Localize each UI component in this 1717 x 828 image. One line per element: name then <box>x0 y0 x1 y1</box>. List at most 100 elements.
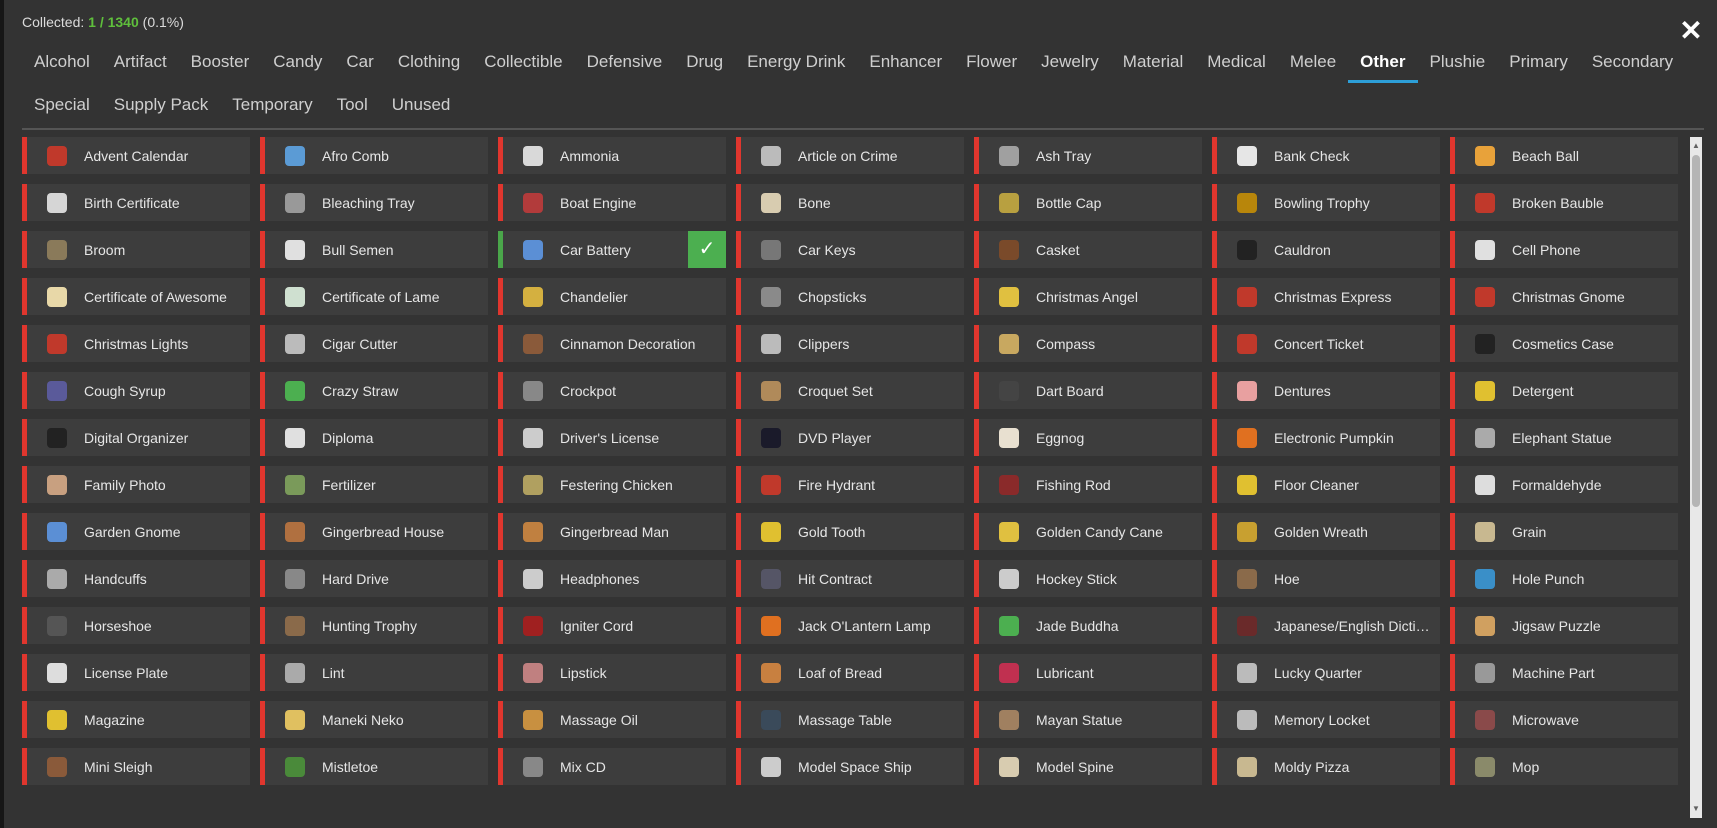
item-card[interactable]: Maneki Neko <box>260 701 488 738</box>
item-card[interactable]: Certificate of Lame <box>260 278 488 315</box>
item-card[interactable]: Hockey Stick <box>974 560 1202 597</box>
item-card[interactable]: Digital Organizer <box>22 419 250 456</box>
item-card[interactable]: Advent Calendar <box>22 137 250 174</box>
item-card[interactable]: Concert Ticket <box>1212 325 1440 362</box>
item-card[interactable]: Compass <box>974 325 1202 362</box>
tab-tool[interactable]: Tool <box>325 83 380 126</box>
item-card[interactable]: Article on Crime <box>736 137 964 174</box>
item-card[interactable]: Mix CD <box>498 748 726 785</box>
item-card[interactable]: Beach Ball <box>1450 137 1678 174</box>
item-card[interactable]: Microwave <box>1450 701 1678 738</box>
item-card[interactable]: DVD Player <box>736 419 964 456</box>
item-card[interactable]: Cough Syrup <box>22 372 250 409</box>
tab-alcohol[interactable]: Alcohol <box>22 40 102 83</box>
tab-energy-drink[interactable]: Energy Drink <box>735 40 857 83</box>
item-card[interactable]: Moldy Pizza <box>1212 748 1440 785</box>
tab-clothing[interactable]: Clothing <box>386 40 472 83</box>
tab-material[interactable]: Material <box>1111 40 1195 83</box>
item-card[interactable]: Lint <box>260 654 488 691</box>
item-card[interactable]: Christmas Angel <box>974 278 1202 315</box>
item-card[interactable]: Bank Check <box>1212 137 1440 174</box>
item-card[interactable]: Electronic Pumpkin <box>1212 419 1440 456</box>
item-card[interactable]: Cinnamon Decoration <box>498 325 726 362</box>
item-card[interactable]: Magazine <box>22 701 250 738</box>
tab-secondary[interactable]: Secondary <box>1580 40 1685 83</box>
item-card[interactable]: Igniter Cord <box>498 607 726 644</box>
item-card[interactable]: Formaldehyde <box>1450 466 1678 503</box>
item-card[interactable]: Chandelier <box>498 278 726 315</box>
item-card[interactable]: Fertilizer <box>260 466 488 503</box>
item-card[interactable]: Garden Gnome <box>22 513 250 550</box>
item-card[interactable]: Casket <box>974 231 1202 268</box>
tab-special[interactable]: Special <box>22 83 102 126</box>
item-card[interactable]: Mini Sleigh <box>22 748 250 785</box>
tab-defensive[interactable]: Defensive <box>575 40 675 83</box>
item-card[interactable]: Golden Candy Cane <box>974 513 1202 550</box>
tab-plushie[interactable]: Plushie <box>1418 40 1498 83</box>
tab-jewelry[interactable]: Jewelry <box>1029 40 1111 83</box>
item-card[interactable]: Car Keys <box>736 231 964 268</box>
tab-flower[interactable]: Flower <box>954 40 1029 83</box>
item-card[interactable]: Driver's License <box>498 419 726 456</box>
item-card[interactable]: Christmas Lights <box>22 325 250 362</box>
item-card[interactable]: Mayan Statue <box>974 701 1202 738</box>
item-card[interactable]: Croquet Set <box>736 372 964 409</box>
tab-artifact[interactable]: Artifact <box>102 40 179 83</box>
tab-unused[interactable]: Unused <box>380 83 463 126</box>
item-card[interactable]: Christmas Express <box>1212 278 1440 315</box>
scrollbar[interactable]: ▲ ▼ <box>1690 137 1702 818</box>
item-card[interactable]: Bleaching Tray <box>260 184 488 221</box>
scroll-up-icon[interactable]: ▲ <box>1690 139 1702 153</box>
item-card[interactable]: Ash Tray <box>974 137 1202 174</box>
item-card[interactable]: Grain <box>1450 513 1678 550</box>
item-card[interactable]: Mistletoe <box>260 748 488 785</box>
item-card[interactable]: Mop <box>1450 748 1678 785</box>
item-card[interactable]: Cauldron <box>1212 231 1440 268</box>
tab-melee[interactable]: Melee <box>1278 40 1348 83</box>
item-card[interactable]: License Plate <box>22 654 250 691</box>
item-card[interactable]: Japanese/English Dictionary <box>1212 607 1440 644</box>
scrollbar-thumb[interactable] <box>1692 155 1700 507</box>
item-card[interactable]: Massage Table <box>736 701 964 738</box>
item-card[interactable]: Bull Semen <box>260 231 488 268</box>
item-card[interactable]: Christmas Gnome <box>1450 278 1678 315</box>
item-card[interactable]: Broken Bauble <box>1450 184 1678 221</box>
item-card[interactable]: Clippers <box>736 325 964 362</box>
item-card[interactable]: Gold Tooth <box>736 513 964 550</box>
item-card[interactable]: Machine Part <box>1450 654 1678 691</box>
item-card[interactable]: Dart Board <box>974 372 1202 409</box>
item-card[interactable]: Crockpot <box>498 372 726 409</box>
item-card[interactable]: Memory Locket <box>1212 701 1440 738</box>
item-card[interactable]: Jack O'Lantern Lamp <box>736 607 964 644</box>
item-card[interactable]: Broom <box>22 231 250 268</box>
item-card[interactable]: Car Battery ✓ <box>498 231 726 268</box>
tab-supply-pack[interactable]: Supply Pack <box>102 83 221 126</box>
item-card[interactable]: Gingerbread House <box>260 513 488 550</box>
item-card[interactable]: Cigar Cutter <box>260 325 488 362</box>
tab-enhancer[interactable]: Enhancer <box>857 40 954 83</box>
item-card[interactable]: Gingerbread Man <box>498 513 726 550</box>
item-card[interactable]: Elephant Statue <box>1450 419 1678 456</box>
item-card[interactable]: Boat Engine <box>498 184 726 221</box>
item-card[interactable]: Eggnog <box>974 419 1202 456</box>
tab-other[interactable]: Other <box>1348 40 1418 83</box>
item-card[interactable]: Bone <box>736 184 964 221</box>
item-card[interactable]: Lubricant <box>974 654 1202 691</box>
item-card[interactable]: Detergent <box>1450 372 1678 409</box>
item-card[interactable]: Floor Cleaner <box>1212 466 1440 503</box>
item-card[interactable]: Model Spine <box>974 748 1202 785</box>
item-card[interactable]: Hit Contract <box>736 560 964 597</box>
item-card[interactable]: Diploma <box>260 419 488 456</box>
item-card[interactable]: Hoe <box>1212 560 1440 597</box>
item-card[interactable]: Hunting Trophy <box>260 607 488 644</box>
item-card[interactable]: Birth Certificate <box>22 184 250 221</box>
item-card[interactable]: Bowling Trophy <box>1212 184 1440 221</box>
item-card[interactable]: Hole Punch <box>1450 560 1678 597</box>
item-card[interactable]: Jade Buddha <box>974 607 1202 644</box>
item-card[interactable]: Headphones <box>498 560 726 597</box>
tab-drug[interactable]: Drug <box>674 40 735 83</box>
tab-temporary[interactable]: Temporary <box>220 83 324 126</box>
tab-car[interactable]: Car <box>334 40 385 83</box>
tab-collectible[interactable]: Collectible <box>472 40 574 83</box>
tab-booster[interactable]: Booster <box>179 40 262 83</box>
